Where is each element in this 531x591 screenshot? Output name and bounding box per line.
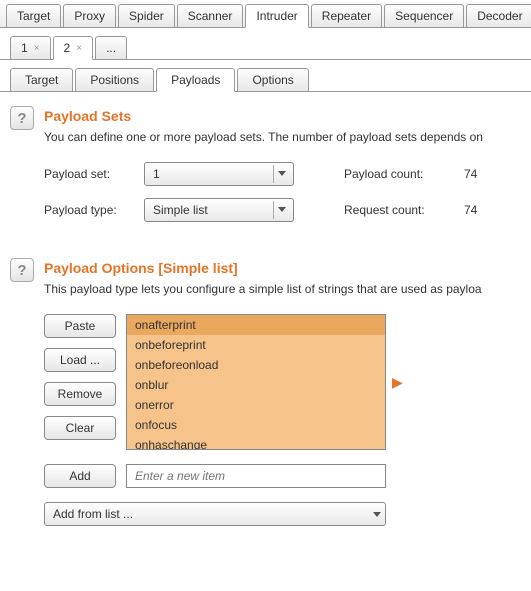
label-request-count: Request count: xyxy=(344,203,454,217)
value-request-count: 74 xyxy=(464,203,477,217)
instance-tab-1[interactable]: 1 × xyxy=(10,36,51,59)
list-item[interactable]: onerror xyxy=(127,395,385,415)
select-value: Add from list ... xyxy=(53,507,133,521)
chevron-down-icon xyxy=(273,201,289,219)
section-desc: You can define one or more payload sets.… xyxy=(44,130,521,144)
label-payload-count: Payload count: xyxy=(344,167,454,181)
payload-listbox[interactable]: onafterprint onbeforeprint onbeforeonloa… xyxy=(126,314,386,450)
close-icon[interactable]: × xyxy=(34,43,40,54)
sub-tab-options[interactable]: Options xyxy=(237,68,308,91)
instance-tab-label: ... xyxy=(106,41,116,55)
top-tab-proxy[interactable]: Proxy xyxy=(63,4,116,27)
payload-list-area: Paste Load ... Remove Clear onafterprint… xyxy=(44,314,521,450)
list-item[interactable]: onbeforeprint xyxy=(127,335,385,355)
select-add-from-list[interactable]: Add from list ... xyxy=(44,502,386,526)
section-title: Payload Options [Simple list] xyxy=(44,260,521,276)
section-payload-options: ? Payload Options [Simple list] This pay… xyxy=(10,258,521,526)
select-payload-set[interactable]: 1 xyxy=(144,162,294,186)
clear-button[interactable]: Clear xyxy=(44,416,116,440)
list-item[interactable]: onbeforeonload xyxy=(127,355,385,375)
chevron-down-icon xyxy=(273,165,289,183)
list-item[interactable]: onfocus xyxy=(127,415,385,435)
top-tab-repeater[interactable]: Repeater xyxy=(311,4,382,27)
section-desc: This payload type lets you configure a s… xyxy=(44,282,521,296)
label-payload-type: Payload type: xyxy=(44,203,134,217)
section-title: Payload Sets xyxy=(44,108,521,124)
list-item[interactable]: onafterprint xyxy=(127,315,385,335)
select-value: Simple list xyxy=(153,203,208,217)
top-tabs: Target Proxy Spider Scanner Intruder Rep… xyxy=(0,0,531,28)
load-button[interactable]: Load ... xyxy=(44,348,116,372)
row-payload-type: Payload type: Simple list Request count:… xyxy=(44,198,521,222)
instance-tab-label: 1 xyxy=(21,41,28,55)
close-icon[interactable]: × xyxy=(76,43,82,54)
instance-tab-2[interactable]: 2 × xyxy=(53,36,94,60)
instance-tab-label: 2 xyxy=(64,41,71,55)
sub-tab-positions[interactable]: Positions xyxy=(75,68,154,91)
sub-tabs: Target Positions Payloads Options xyxy=(0,60,531,92)
paste-button[interactable]: Paste xyxy=(44,314,116,338)
top-tab-decoder[interactable]: Decoder xyxy=(466,4,531,27)
help-icon[interactable]: ? xyxy=(10,106,34,130)
chevron-down-icon xyxy=(373,507,381,521)
arrow-right-icon: ▶ xyxy=(392,374,403,391)
row-payload-set: Payload set: 1 Payload count: 74 xyxy=(44,162,521,186)
list-button-column: Paste Load ... Remove Clear xyxy=(44,314,116,440)
top-tab-sequencer[interactable]: Sequencer xyxy=(384,4,464,27)
value-payload-count: 74 xyxy=(464,167,477,181)
list-item[interactable]: onhaschange xyxy=(127,435,385,449)
top-tab-target[interactable]: Target xyxy=(6,4,61,27)
new-item-input[interactable] xyxy=(126,464,386,488)
top-tab-intruder[interactable]: Intruder xyxy=(245,4,308,28)
content-area: ? Payload Sets You can define one or mor… xyxy=(0,92,531,564)
instance-tabs: 1 × 2 × ... xyxy=(0,28,531,60)
select-payload-type[interactable]: Simple list xyxy=(144,198,294,222)
add-row: Add xyxy=(44,464,521,488)
remove-button[interactable]: Remove xyxy=(44,382,116,406)
sub-tab-payloads[interactable]: Payloads xyxy=(156,68,235,92)
instance-tab-new[interactable]: ... xyxy=(95,36,127,59)
list-item[interactable]: onblur xyxy=(127,375,385,395)
top-tab-scanner[interactable]: Scanner xyxy=(177,4,244,27)
section-payload-sets: ? Payload Sets You can define one or mor… xyxy=(10,106,521,234)
help-icon[interactable]: ? xyxy=(10,258,34,282)
add-button[interactable]: Add xyxy=(44,464,116,488)
top-tab-spider[interactable]: Spider xyxy=(118,4,175,27)
label-payload-set: Payload set: xyxy=(44,167,134,181)
sub-tab-target[interactable]: Target xyxy=(10,68,73,91)
select-value: 1 xyxy=(153,167,160,181)
